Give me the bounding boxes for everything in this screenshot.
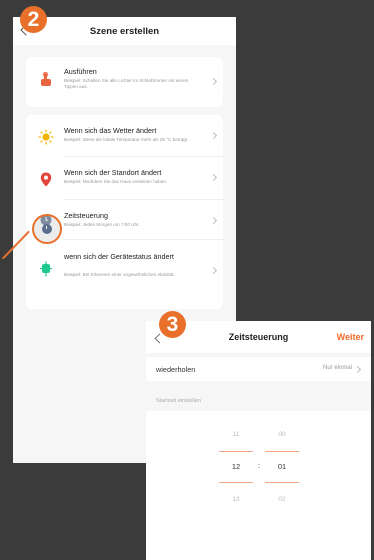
item-title: Wenn sich das Wetter ändert bbox=[64, 126, 157, 135]
minute-selected[interactable]: 01 bbox=[264, 462, 300, 471]
step-badge-2: 2 bbox=[20, 6, 47, 33]
hour-option[interactable]: 11 bbox=[218, 431, 254, 438]
selection-line bbox=[219, 451, 253, 452]
item-subtitle: Beispiel: Nachdem Sie das Haus verlassen… bbox=[64, 179, 168, 184]
item-title: Zeitsteuerung bbox=[64, 211, 108, 220]
location-pin-icon bbox=[38, 171, 54, 187]
time-picker[interactable]: 11 12 13 00 01 02 : bbox=[146, 411, 371, 560]
chevron-right-icon bbox=[209, 77, 218, 86]
conditions-card: Wenn sich das Wetter ändert Beispiel: We… bbox=[26, 115, 223, 309]
timer-screen: Zeitsteuerung Weiter wiederholen Nur ein… bbox=[146, 321, 371, 560]
chevron-right-icon bbox=[209, 173, 218, 182]
section-label: Startzeit einstellen bbox=[156, 398, 201, 404]
chevron-right-icon bbox=[209, 131, 218, 140]
repeat-value: Nur einmal bbox=[322, 365, 352, 371]
device-icon bbox=[38, 261, 54, 277]
run-card: Ausführen Beispiel: Schalten Sie alle Li… bbox=[26, 57, 223, 107]
chevron-right-icon bbox=[353, 365, 362, 374]
hour-selected[interactable]: 12 bbox=[218, 462, 254, 471]
minute-option[interactable]: 02 bbox=[264, 496, 300, 503]
list-item-run[interactable]: Ausführen Beispiel: Schalten Sie alle Li… bbox=[26, 57, 223, 107]
selection-line bbox=[265, 482, 299, 483]
item-title: wenn sich der Gerätestatus ändert bbox=[64, 252, 174, 261]
page-title: Szene erstellen bbox=[89, 26, 160, 37]
item-title: Wenn sich der Standort ändert bbox=[64, 168, 162, 177]
repeat-label: wiederholen bbox=[156, 365, 196, 374]
selection-line bbox=[265, 451, 299, 452]
highlight-circle bbox=[32, 214, 62, 244]
hour-option[interactable]: 13 bbox=[218, 496, 254, 503]
list-item-device-status[interactable]: wenn sich der Gerätestatus ändert Beispi… bbox=[26, 240, 223, 309]
minute-option[interactable]: 00 bbox=[264, 431, 300, 438]
clock-icon bbox=[42, 224, 52, 234]
selection-line bbox=[219, 482, 253, 483]
item-subtitle: Beispiel: Wenn die lokale Temperatur meh… bbox=[64, 137, 189, 142]
repeat-row[interactable]: wiederholen Nur einmal bbox=[146, 357, 371, 381]
list-item-weather[interactable]: Wenn sich das Wetter ändert Beispiel: We… bbox=[26, 115, 223, 157]
time-separator: : bbox=[258, 463, 260, 470]
chevron-right-icon bbox=[209, 266, 218, 275]
item-title: Ausführen bbox=[64, 67, 97, 76]
step-badge-3: 3 bbox=[159, 311, 186, 338]
item-subtitle: Beispiel: Bei Erkennen einer ungewöhnlic… bbox=[64, 272, 175, 277]
item-subtitle: Beispiel: Schalten Sie alle Lichter im S… bbox=[64, 78, 189, 89]
tap-hand-icon bbox=[38, 72, 54, 88]
item-subtitle: Beispiel: Jeden Morgen um 7:00 Uhr. bbox=[64, 222, 140, 227]
sun-icon bbox=[38, 129, 54, 145]
chevron-right-icon bbox=[209, 216, 218, 225]
list-item-location[interactable]: Wenn sich der Standort ändert Beispiel: … bbox=[26, 157, 223, 200]
next-button[interactable]: Weiter bbox=[337, 332, 364, 342]
